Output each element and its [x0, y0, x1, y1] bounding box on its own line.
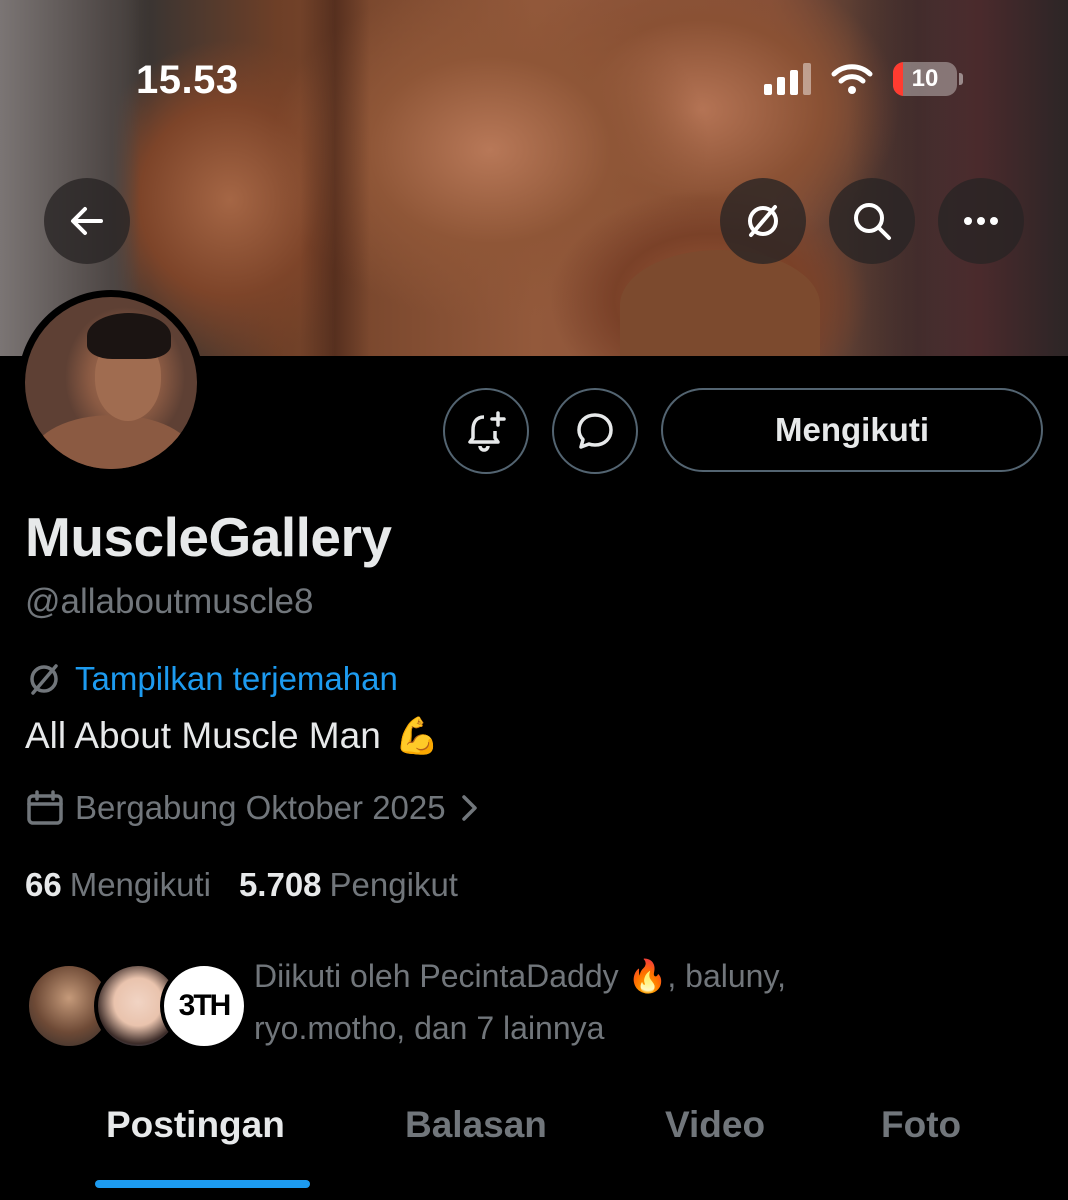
- message-button[interactable]: [552, 388, 638, 474]
- follower-avatar-logo: 3TH: [178, 989, 232, 1022]
- more-button[interactable]: [938, 178, 1024, 264]
- fire-icon: 🔥: [627, 958, 668, 994]
- followed-by-text[interactable]: Diikuti oleh PecintaDaddy 🔥, baluny, ryo…: [254, 950, 894, 1054]
- followers-label: Pengikut: [329, 866, 458, 903]
- profile-bio: All About Muscle Man 💪: [25, 715, 440, 757]
- tab-replies[interactable]: Balasan: [405, 1104, 547, 1146]
- status-time: 15.53: [136, 58, 239, 102]
- following-button[interactable]: Mengikuti: [661, 388, 1043, 472]
- avatar-photo: [25, 297, 197, 469]
- arrow-left-icon: [71, 207, 103, 235]
- message-bubble-icon: [577, 413, 613, 449]
- joined-date: Bergabung Oktober 2025: [75, 789, 446, 826]
- display-name: MuscleGallery: [25, 506, 392, 568]
- bio-text: All About Muscle Man: [25, 715, 381, 756]
- profile-tabs: Postingan Balasan Video Foto: [0, 1100, 1068, 1200]
- battery-level: 10: [911, 65, 939, 92]
- flexed-biceps-icon: 💪: [394, 715, 440, 756]
- status-icons: 10: [764, 62, 963, 96]
- back-button[interactable]: [44, 178, 130, 264]
- following-label: Mengikuti: [69, 866, 211, 903]
- translate-bio-row[interactable]: Tampilkan terjemahan: [25, 660, 398, 698]
- follow-stats: 66 Mengikuti 5.708 Pengikut: [25, 866, 458, 904]
- chevron-right-icon: [461, 795, 477, 821]
- active-tab-indicator: [95, 1180, 310, 1188]
- followed-by-prefix: Diikuti oleh PecintaDaddy: [254, 958, 619, 994]
- profile-screen: 15.53 10 Mengikuti MuscleGallery @allabo…: [0, 0, 1068, 1200]
- wifi-icon: [831, 64, 873, 94]
- translate-button[interactable]: [720, 178, 806, 264]
- tab-video[interactable]: Video: [665, 1104, 765, 1146]
- profile-avatar[interactable]: [18, 290, 204, 476]
- show-translation-link[interactable]: Tampilkan terjemahan: [75, 660, 398, 698]
- cellular-signal-icon: [764, 63, 811, 95]
- follower-avatar[interactable]: 3TH: [160, 962, 248, 1050]
- translate-icon: [748, 205, 778, 237]
- battery-icon: 10: [893, 62, 957, 96]
- joined-date-row[interactable]: Bergabung Oktober 2025: [25, 788, 482, 828]
- search-button[interactable]: [829, 178, 915, 264]
- banner-detail: [620, 250, 820, 356]
- more-horizontal-icon: [964, 217, 998, 225]
- following-count: 66: [25, 866, 62, 903]
- following-stat[interactable]: 66 Mengikuti: [25, 866, 211, 904]
- translate-icon: [30, 664, 58, 695]
- profile-banner-image[interactable]: [0, 0, 1068, 356]
- notifications-button[interactable]: [443, 388, 529, 474]
- tab-photos[interactable]: Foto: [881, 1104, 961, 1146]
- followers-count: 5.708: [238, 866, 322, 903]
- tab-posts[interactable]: Postingan: [106, 1104, 285, 1146]
- banner-shadow: [300, 0, 370, 356]
- battery-indicator: 10: [893, 62, 963, 96]
- bell-plus-icon: [468, 411, 506, 452]
- search-icon: [854, 203, 891, 240]
- user-handle: @allaboutmuscle8: [25, 582, 314, 621]
- followers-stat[interactable]: 5.708 Pengikut: [239, 866, 458, 904]
- calendar-icon: [27, 790, 63, 825]
